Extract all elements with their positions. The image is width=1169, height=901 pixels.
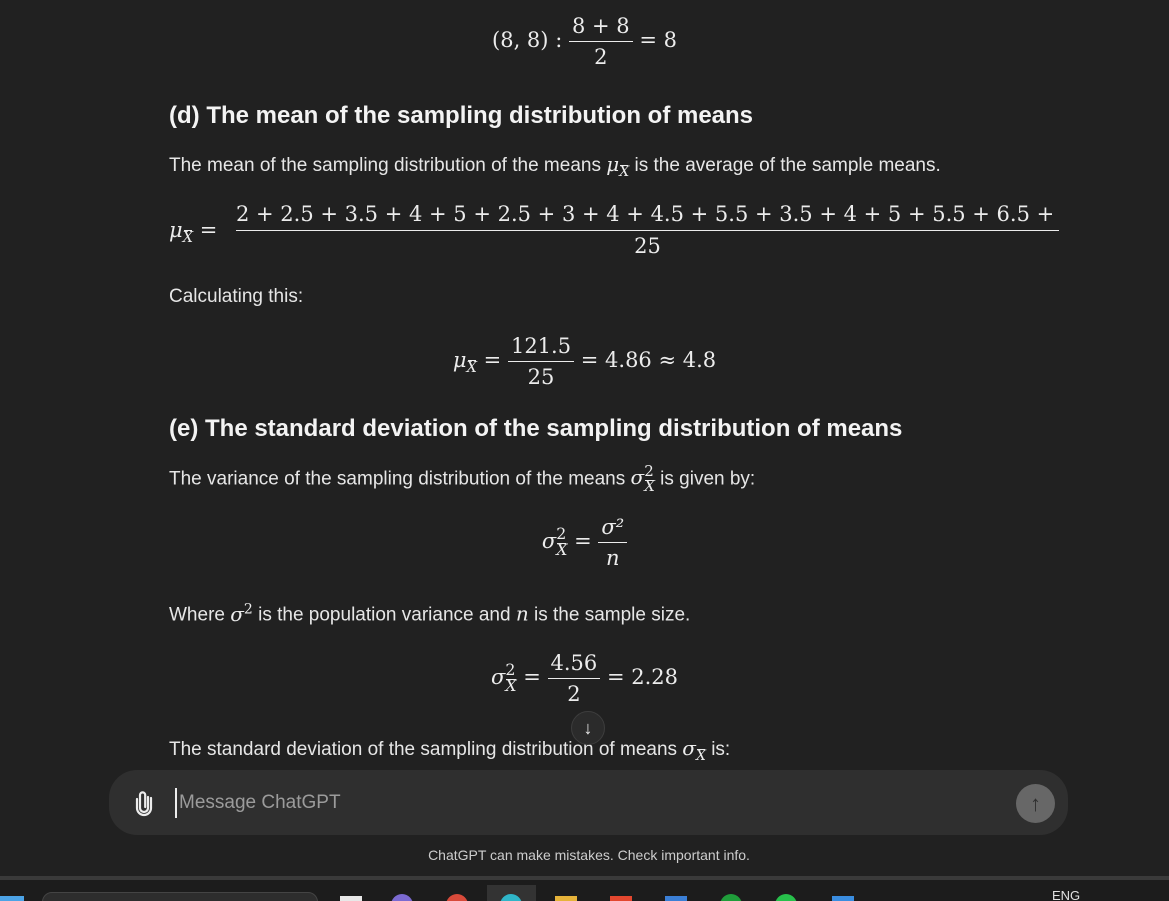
section-d-intro: The mean of the sampling distribution of… (169, 152, 941, 180)
folder-icon[interactable] (555, 896, 577, 901)
mean-result-numerator: 121.5 (507, 334, 575, 362)
message-input[interactable] (175, 788, 995, 818)
mean-formula-numerator: 2 + 2.5 + 3.5 + 4 + 5 + 2.5 + 3 + 4 + 4.… (236, 202, 1059, 226)
eq-denominator: 2 (594, 45, 608, 69)
where-text-a: Where (169, 604, 231, 626)
sd-sentence: The standard deviation of the sampling d… (169, 736, 730, 764)
intro-text: The variance of the sampling distributio… (169, 468, 631, 490)
language-indicator[interactable]: ENG (1052, 888, 1080, 901)
variance-formula-fraction: σ² n (598, 515, 628, 570)
intro-text-end: is the average of the sample means. (629, 155, 941, 176)
mean-result-equation: μX = 121.5 25 = 4.86 ≈ 4.8 (0, 334, 1169, 389)
arrow-up-icon: ↑ (1030, 790, 1041, 816)
mean-result-denominator: 25 (527, 365, 555, 389)
variance-formula-lhs: σ2X = (541, 524, 592, 560)
eq-pair: (8, 8) (492, 28, 549, 52)
mean-formula: μX = 2 + 2.5 + 3.5 + 4 + 5 + 2.5 + 3 + 4… (169, 198, 1059, 260)
mean-result-rhs: = 4.86 ≈ 4.8 (580, 348, 717, 372)
variance-formula-denominator: n (605, 546, 620, 570)
mu-xbar-symbol: μX (606, 152, 630, 180)
where-text-c: is the sample size. (528, 604, 691, 626)
sigma-sq-xbar-symbol: σ2X (630, 462, 655, 495)
windows-start-icon[interactable] (0, 896, 24, 901)
intro-text-end: is given by: (654, 468, 756, 490)
where-sentence: Where σ2 is the population variance and … (169, 601, 690, 627)
taskbar-app-icon[interactable] (665, 896, 687, 901)
variance-calc-denominator: 2 (567, 682, 581, 706)
equation-pair-8-8: (8, 8) : 8 + 8 2 = 8 (0, 14, 1169, 69)
variance-calc-fraction: 4.56 2 (547, 651, 601, 706)
section-e-intro: The variance of the sampling distributio… (169, 464, 755, 494)
intro-text: The mean of the sampling distribution of… (169, 155, 607, 176)
taskbar-app-icon[interactable] (720, 894, 742, 901)
message-composer: ↑ (109, 770, 1068, 835)
fraction-bar (236, 230, 1059, 231)
send-button[interactable]: ↑ (1016, 784, 1055, 823)
eq-fraction: 8 + 8 2 (568, 14, 633, 69)
mean-result-fraction: 121.5 25 (507, 334, 575, 389)
taskbar-app-icon[interactable] (446, 894, 468, 901)
taskbar-app-icon[interactable] (391, 894, 413, 901)
taskbar-app-icon[interactable] (340, 896, 362, 901)
eq-numerator: 8 + 8 (568, 14, 633, 42)
n-symbol: n (515, 601, 529, 626)
where-text-b: is the population variance and (252, 604, 516, 626)
variance-calc-rhs: = 2.28 (606, 665, 678, 689)
variance-calc-lhs: σ2X = (490, 660, 541, 696)
calculating-label: Calculating this: (169, 286, 304, 307)
sd-text-end: is: (705, 739, 731, 760)
variance-formula-numerator: σ² (598, 515, 628, 543)
variance-formula: σ2X = σ² n (0, 515, 1169, 570)
taskbar-app-icon[interactable] (775, 894, 797, 901)
variance-calc-numerator: 4.56 (547, 651, 601, 679)
sigma-xbar-symbol: σX (682, 736, 706, 764)
windows-taskbar: ENG (0, 876, 1169, 901)
disclaimer-text: ChatGPT can make mistakes. Check importa… (428, 847, 750, 863)
taskbar-search-box[interactable] (42, 892, 318, 901)
sd-text: The standard deviation of the sampling d… (169, 739, 683, 760)
section-d-heading: (d) The mean of the sampling distributio… (169, 102, 754, 129)
sigma-sq-symbol: σ2 (230, 601, 253, 626)
paperclip-icon[interactable] (131, 788, 157, 818)
mean-formula-denominator: 25 (634, 234, 661, 258)
eq-colon: : (555, 28, 563, 52)
mean-formula-lhs: μX = (169, 218, 218, 247)
taskbar-app-icon[interactable] (610, 896, 632, 901)
mean-result-lhs: μX = (452, 348, 502, 377)
scroll-to-bottom-button[interactable]: ↓ (571, 711, 605, 745)
section-e-heading: (e) The standard deviation of the sampli… (169, 415, 903, 442)
eq-rhs: = 8 (639, 28, 677, 52)
variance-calc-equation: σ2X = 4.56 2 = 2.28 (0, 651, 1169, 706)
taskbar-app-icon[interactable] (832, 896, 854, 901)
arrow-down-icon: ↓ (583, 717, 593, 738)
